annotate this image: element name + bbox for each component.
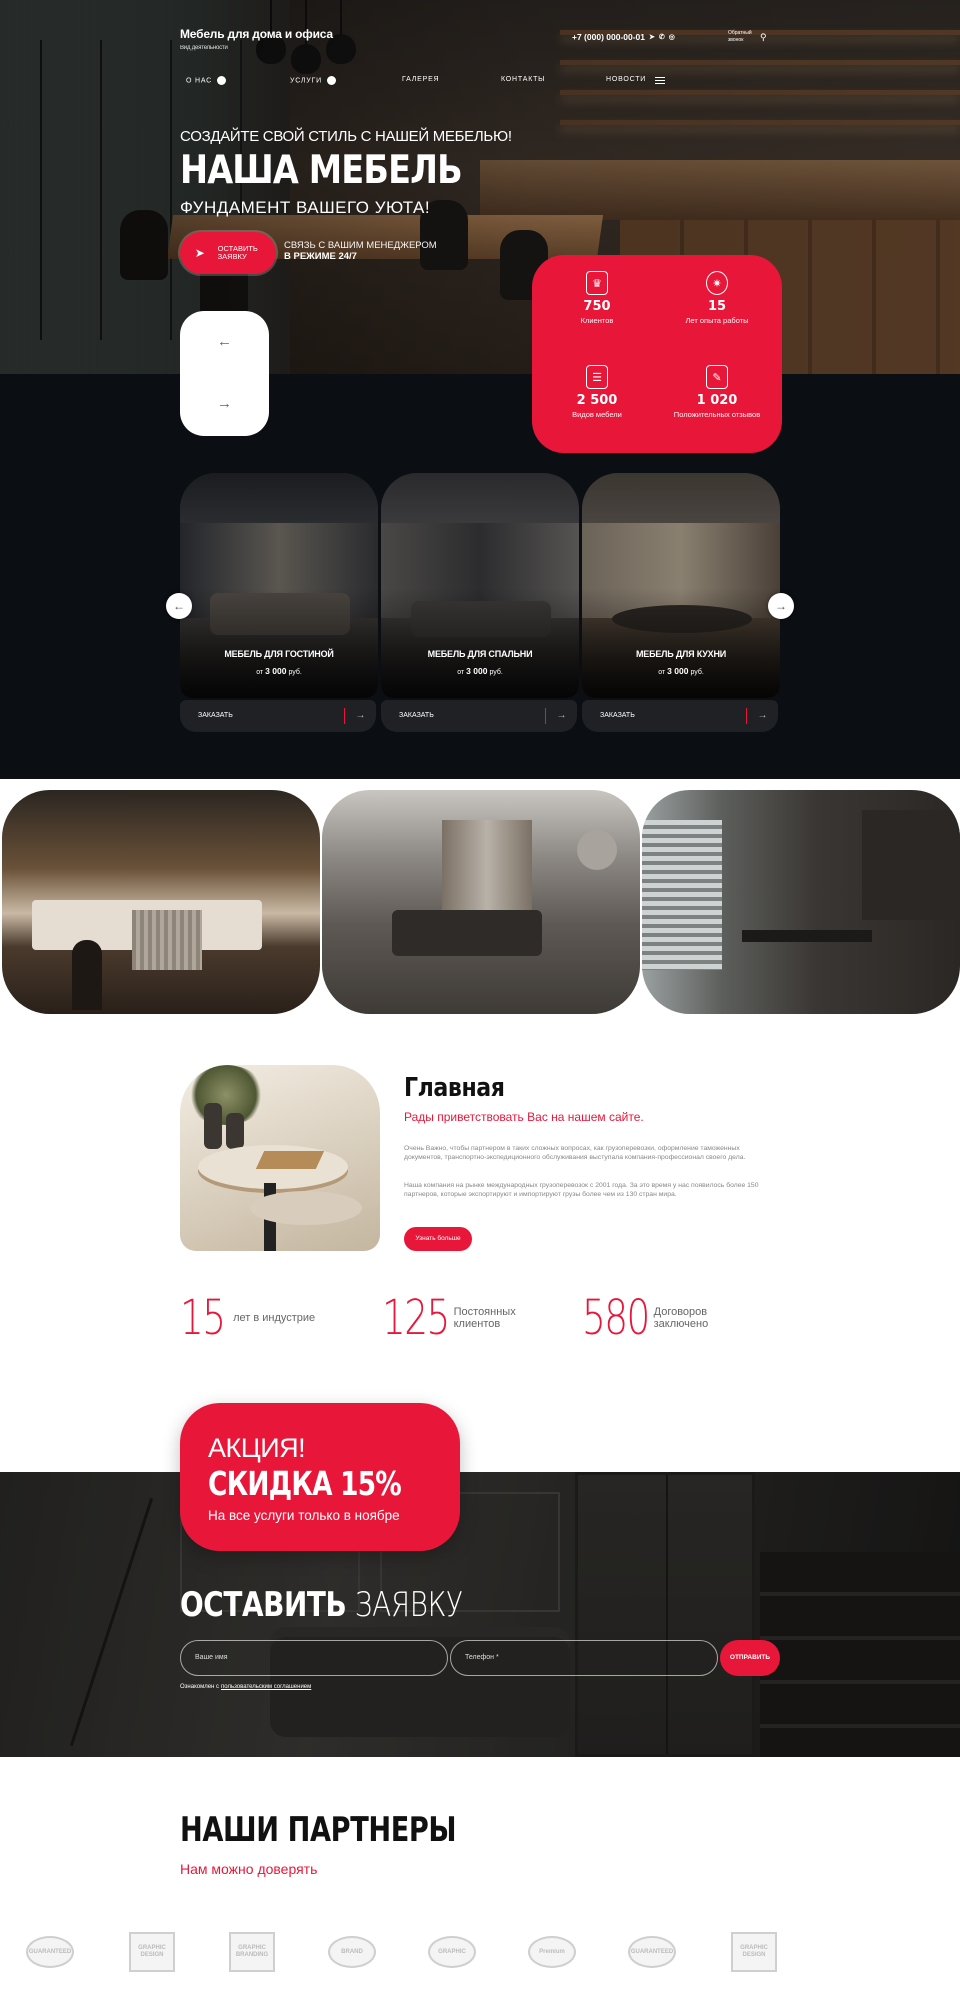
stat-reviews: ✎ 1 020 Положительных отзывов [662,365,772,419]
request-section [0,1472,960,1757]
card-title: МЕБЕЛЬ ДЛЯ ГОСТИНОЙ [224,649,334,659]
partners-title: НАШИ ПАРТНЕРЫ [180,1810,457,1850]
card-price: от 3 000 руб. [457,666,503,676]
agreement-link[interactable]: пользовательским соглашением [221,1684,311,1690]
manager-note: СВЯЗЬ С ВАШИМ МЕНЕДЖЕРОМ В РЕЖИМЕ 24/7 [284,240,437,262]
paper-plane-icon: ➤ [194,246,205,260]
partner-logo[interactable]: GUARANTEED [24,1930,76,1974]
promo-note: На все услуги только в ноябре [208,1508,400,1523]
agreement-note: Ознакомлен с пользовательским соглашением [180,1684,312,1690]
review-icon: ✎ [706,365,728,389]
badge-icon: ✷ [706,271,728,295]
phone-input[interactable]: Телефон * [450,1640,718,1676]
about-image [180,1065,380,1251]
learn-more-button[interactable]: Узнать больше [404,1227,472,1251]
card-living-room[interactable]: МЕБЕЛЬ ДЛЯ ГОСТИНОЙ от 3 000 руб. [180,473,378,698]
phone-number: +7 (000) 000-00-01 [572,32,646,42]
carousel-next-icon[interactable]: → [768,593,794,619]
about-subtitle: Рады приветствовать Вас на нашем сайте. [404,1110,644,1124]
page: Мебель для дома и офиса Вид деятельности… [0,0,960,2000]
site-logo[interactable]: Мебель для дома и офиса Вид деятельности [180,27,333,51]
gallery-image-dining[interactable] [642,790,960,1014]
arrow-left-icon[interactable]: ← [217,333,232,350]
arrow-right-icon: → [344,708,376,724]
nav-item-gallery[interactable]: ГАЛЕРЕЯ [402,76,439,83]
hero-slider-controls: ← → [180,311,269,436]
figure-clients: 125 Постоянных клиентов [382,1290,516,1346]
logo-subtitle: Вид деятельности [180,45,228,51]
gallery-image-kitchen[interactable] [2,790,320,1014]
about-paragraph-1: Очень Важно, чтобы партнером в таких сло… [404,1145,746,1161]
nav-item-about[interactable]: О НАС [186,76,227,85]
hero-subtitle: ФУНДАМЕНТ ВАШЕГО УЮТА! [180,198,431,217]
stats-panel: ♛ 750 Клиентов ✷ 15 Лет опыта работы ☰ 2… [532,255,782,453]
arrow-right-icon[interactable]: → [217,395,232,412]
nav-item-services[interactable]: УСЛУГИ [290,76,336,85]
partner-logo[interactable]: GRAPHIC BRANDING [226,1930,278,1974]
form-title: ОСТАВИТЬ ЗАЯВКУ [180,1585,463,1625]
header-phone[interactable]: +7 (000) 000-00-01 ➤ ✆ ◎ [572,32,675,42]
leave-request-button[interactable]: ➤ ОСТАВИТЬ ЗАЯВКУ [180,232,276,274]
order-button[interactable]: ЗАКАЗАТЬ → [582,700,778,732]
promo-discount: СКИДКА 15% [208,1464,402,1503]
promo-card[interactable]: АКЦИЯ! СКИДКА 15% На все услуги только в… [180,1403,460,1551]
viber-icon[interactable]: ◎ [669,33,675,41]
card-kitchen[interactable]: МЕБЕЛЬ ДЛЯ КУХНИ от 3 000 руб. [582,473,780,698]
stat-kinds: ☰ 2 500 Видов мебели [542,365,652,419]
card-title: МЕБЕЛЬ ДЛЯ КУХНИ [635,649,727,659]
chef-hat-icon: ♛ [586,271,608,295]
hero-pretitle: СОЗДАЙТЕ СВОЙ СТИЛЬ С НАШЕЙ МЕБЕЛЬЮ! [180,128,512,145]
partner-logo[interactable]: GRAPHIC DESIGN [728,1930,780,1974]
arrow-right-icon: → [545,708,577,724]
menu-icon[interactable] [655,77,665,84]
card-price: от 3 000 руб. [256,666,302,676]
nav-dot-icon [217,76,227,85]
gallery-image-bedroom[interactable] [322,790,640,1014]
stat-years: ✷ 15 Лет опыта работы [662,271,772,325]
about-paragraph-2: Наша компания на рынке международных гру… [404,1182,759,1198]
nav-dot-icon [326,76,336,85]
order-button[interactable]: ЗАКАЗАТЬ → [381,700,577,732]
link-icon[interactable]: ⚲ [760,32,767,43]
hero-banner [0,0,960,374]
partner-logo[interactable]: BRAND [326,1930,378,1974]
card-title: МЕБЕЛЬ ДЛЯ СПАЛЬНИ [427,649,533,659]
hero-title: НАША МЕБЕЛЬ [180,148,463,193]
partner-logo[interactable]: GRAPHIC DESIGN [126,1930,178,1974]
whatsapp-icon[interactable]: ✆ [659,33,665,41]
figure-years: 15 лет в индустрие [180,1290,316,1346]
about-title: Главная [404,1073,505,1103]
card-price: от 3 000 руб. [658,666,704,676]
cabinet-icon: ☰ [586,365,608,389]
nav-item-news[interactable]: НОВОСТИ [606,76,646,83]
partners-subtitle: Нам можно доверять [180,1861,318,1877]
partner-logo[interactable]: GRAPHIC [426,1930,478,1974]
figure-contracts: 580 Договоров заключено [582,1290,709,1346]
stat-clients: ♛ 750 Клиентов [542,271,652,325]
card-bedroom[interactable]: МЕБЕЛЬ ДЛЯ СПАЛЬНИ от 3 000 руб. [381,473,579,698]
send-button[interactable]: ОТПРАВИТЬ [720,1640,780,1676]
order-button[interactable]: ЗАКАЗАТЬ → [180,700,376,732]
promo-label: АКЦИЯ! [208,1433,306,1463]
nav-item-contacts[interactable]: КОНТАКТЫ [501,76,545,83]
partner-logo[interactable]: GUARANTEED [626,1930,678,1974]
partner-logo[interactable]: Premium [526,1930,578,1974]
carousel-prev-icon[interactable]: ← [166,593,192,619]
cta-label: ОСТАВИТЬ ЗАЯВКУ [217,244,258,261]
arrow-right-icon: → [746,708,778,724]
name-input[interactable]: Ваше имя [180,1640,448,1676]
telegram-icon[interactable]: ➤ [649,33,655,41]
logo-title: Мебель для дома и офиса [180,27,333,41]
